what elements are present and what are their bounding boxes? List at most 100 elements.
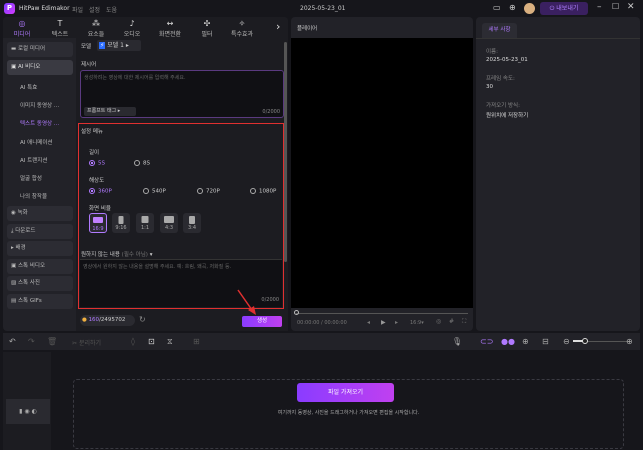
lock-icon[interactable]: ▮ xyxy=(19,408,22,415)
ratio-16-9[interactable]: 16:9 xyxy=(89,213,107,233)
tab-label: 미디어 xyxy=(13,31,31,38)
sidebar-sub-text-video[interactable]: 텍스트 동영상 ... xyxy=(20,119,59,127)
negative-prompt-label[interactable]: 원하지 않는 내용 (필수 아님) ▾ xyxy=(81,250,152,258)
redo-icon[interactable]: ↷ xyxy=(28,337,35,346)
download-icon[interactable]: ⊕ xyxy=(509,3,516,12)
model-select[interactable]: ⚡ 모델 1 ▸ xyxy=(97,40,141,51)
sidebar-sub-image-video[interactable]: 이미지 동영상 ... xyxy=(20,101,59,109)
sidebar-item-background[interactable]: ▸ 배경 xyxy=(7,241,73,256)
close-icon[interactable]: ✕ xyxy=(627,2,635,12)
aspect-select[interactable]: 16:9▾ xyxy=(410,320,424,326)
tab-effects[interactable]: ✧ 특수효과 xyxy=(222,19,262,38)
maximize-icon[interactable]: ☐ xyxy=(612,2,619,11)
audio-icon: ♪ xyxy=(129,19,135,28)
radio-icon xyxy=(89,160,95,166)
resolution-540p[interactable]: 540P xyxy=(143,188,166,195)
zoom-out-icon[interactable]: ⊖ xyxy=(563,337,570,346)
snapshot-icon[interactable]: ◎ xyxy=(436,318,441,325)
sidebar-item-local-media[interactable]: ▬ 로컬 미디어 xyxy=(7,42,73,57)
resolution-1080p[interactable]: 1080P xyxy=(250,188,276,195)
playhead[interactable] xyxy=(294,310,299,315)
grid-icon[interactable]: # xyxy=(449,318,454,325)
radio-icon xyxy=(250,188,256,194)
generate-button[interactable]: 생성 xyxy=(242,316,282,327)
sidebar-item-ai-video[interactable]: ▣ AI 비디오 xyxy=(7,60,73,75)
resolution-360p[interactable]: 360P xyxy=(89,188,112,195)
scrollbar[interactable] xyxy=(284,42,287,262)
fps-label: 프레임 속도: xyxy=(486,76,515,82)
export-label: 내보내기 xyxy=(556,5,579,12)
sidebar-item-record[interactable]: ◉ 녹화 xyxy=(7,206,73,221)
name-value: 2025-05-23_01 xyxy=(486,57,528,63)
tab-media[interactable]: ◎ 미디어 xyxy=(2,19,42,38)
model-label: 모델 xyxy=(81,44,92,50)
tab-filter[interactable]: ✣ 필터 xyxy=(187,19,227,38)
next-frame-icon[interactable]: ▸ xyxy=(395,319,398,326)
split-screen-icon[interactable]: ⊕ xyxy=(522,337,529,346)
length-option-8s[interactable]: 8S xyxy=(134,160,150,167)
add-icon[interactable]: ⊞ xyxy=(193,337,200,346)
tab-text[interactable]: T 텍스트 xyxy=(40,19,80,38)
sidebar-sub-my-creations[interactable]: 나의 창작물 xyxy=(20,192,47,200)
ratio-1-1[interactable]: 1:1 xyxy=(136,213,154,233)
avatar[interactable] xyxy=(524,3,535,14)
play-icon[interactable]: ▶ xyxy=(381,319,386,326)
prompt-input[interactable]: 생성하려는 영상에 대한 제시어를 입력해 주세요. 프롬프트 태그 ▸ 0/2… xyxy=(80,70,284,118)
menu-settings[interactable]: 설정 xyxy=(89,5,100,14)
sidebar-sub-ai-effects[interactable]: AI 특효 xyxy=(20,83,37,91)
app-title: HitPaw Edimakor xyxy=(19,5,70,12)
sidebar-sub-ai-animation[interactable]: AI 애니메이션 xyxy=(20,138,52,146)
settings-title: 설정 메뉴 xyxy=(81,129,103,135)
sidebar-item-stock-photo[interactable]: ▨ 스톡 사진 xyxy=(7,276,73,291)
tab-audio[interactable]: ♪ 오디오 xyxy=(112,19,152,38)
sidebar-item-stock-video[interactable]: ▣ 스톡 비디오 xyxy=(7,259,73,274)
playback-progress[interactable] xyxy=(296,313,468,314)
sidebar-item-download[interactable]: ⤓ 다운로드 xyxy=(7,224,73,239)
mute-icon[interactable]: ◐ xyxy=(32,408,37,415)
menu-help[interactable]: 도움 xyxy=(106,5,117,14)
chevron-right-icon[interactable]: › xyxy=(276,20,280,33)
import-files-button[interactable]: 파일 가져오기 xyxy=(297,383,394,402)
sidebar-label: AI 비디오 xyxy=(17,64,41,70)
visibility-icon[interactable]: ◉ xyxy=(24,408,29,415)
tab-transition[interactable]: ↔ 화면전환 xyxy=(150,19,190,38)
prev-frame-icon[interactable]: ◂ xyxy=(367,319,370,326)
menu-file[interactable]: 파일 xyxy=(72,5,83,14)
fullscreen-icon[interactable]: ⛶ xyxy=(462,318,466,326)
ratio-9-16[interactable]: 9:16 xyxy=(112,213,130,233)
zoom-in-icon[interactable]: ⊕ xyxy=(626,337,633,346)
credits-total: /2495702 xyxy=(99,317,126,323)
prompt-tag-button[interactable]: 프롬프트 태그 ▸ xyxy=(84,107,136,116)
delete-icon[interactable]: 🗑 xyxy=(47,337,57,346)
sidebar-item-stock-gifs[interactable]: ▤ 스톡 GIFs xyxy=(7,294,73,309)
feedback-icon[interactable]: ▭ xyxy=(493,3,501,12)
player-time: 00:00:00 / 00:00:00 xyxy=(297,320,347,326)
sidebar-sub-face-swap[interactable]: 얼굴 합성 xyxy=(20,174,42,182)
ratio-4-3[interactable]: 4:3 xyxy=(160,213,178,233)
crop-icon[interactable]: ⊡ xyxy=(148,337,155,346)
magnet-icon[interactable]: ●● xyxy=(501,337,515,346)
model-value: 모델 1 xyxy=(107,42,124,49)
tab-elements[interactable]: ⁂ 요소들 xyxy=(76,19,116,38)
link-icon[interactable]: ⊂⊃ xyxy=(480,337,493,346)
length-option-5s[interactable]: 5S xyxy=(89,160,105,167)
credits-used: 160 xyxy=(88,317,100,323)
tab-details[interactable]: 세부 사항 xyxy=(482,23,517,38)
minimize-icon[interactable]: – xyxy=(597,2,602,12)
coin-icon: ● xyxy=(82,317,87,323)
zoom-slider-handle[interactable] xyxy=(582,338,588,344)
marker-icon[interactable]: ◊ xyxy=(131,337,135,346)
ratio-text: 3:4 xyxy=(187,225,197,231)
fit-icon[interactable]: ⊟ xyxy=(542,337,549,346)
ratio-3-4[interactable]: 3:4 xyxy=(183,213,201,233)
microphone-icon[interactable]: 🎙 xyxy=(452,337,462,346)
sidebar-sub-ai-transition[interactable]: AI 트랜지션 xyxy=(20,156,47,164)
undo-icon[interactable]: ↶ xyxy=(9,337,16,346)
ratio-text: 4:3 xyxy=(164,225,174,231)
freeze-icon[interactable]: ⧖ xyxy=(167,337,173,347)
resolution-720p[interactable]: 720P xyxy=(197,188,220,195)
refresh-icon[interactable]: ↻ xyxy=(139,315,146,324)
split-button[interactable]: ✂ 분리하기 xyxy=(72,338,101,347)
export-button[interactable]: ⏻ 내보내기 xyxy=(540,2,588,15)
caret-down-icon: ▾ xyxy=(149,252,153,258)
